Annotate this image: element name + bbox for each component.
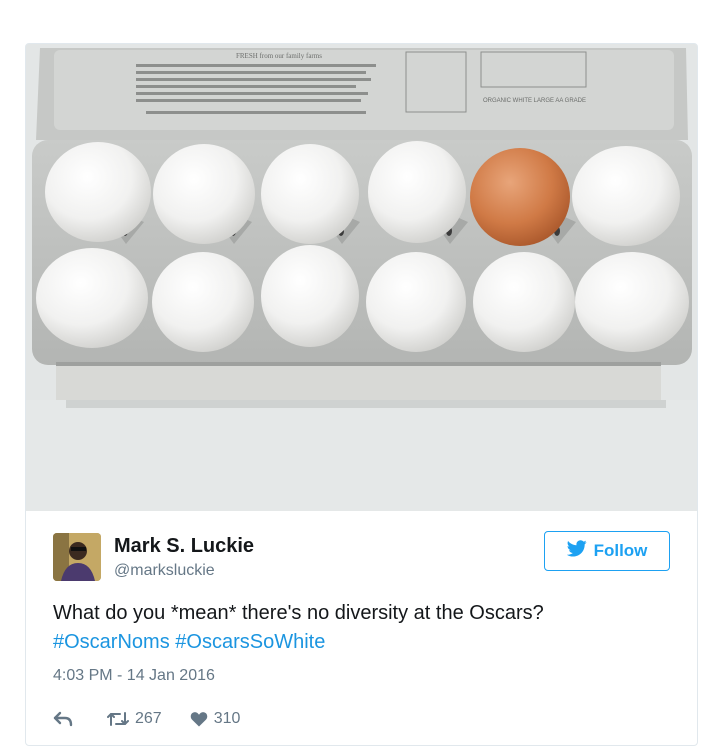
tweet-body: Mark S. Luckie @marksluckie Follow What …	[26, 511, 697, 745]
tweet-actions: 267 310	[53, 707, 240, 731]
retweet-count: 267	[135, 710, 162, 727]
heart-icon	[190, 711, 208, 727]
tweet-card: FRESH from our family farms ORGANIC WHIT…	[25, 43, 698, 746]
reply-icon	[53, 711, 73, 727]
egg-carton-image: FRESH from our family farms ORGANIC WHIT…	[26, 44, 697, 511]
avatar-image	[53, 533, 101, 581]
follow-button[interactable]: Follow	[544, 531, 670, 571]
hashtag-oscarssowhite[interactable]: #OscarsSoWhite	[175, 631, 325, 653]
retweet-icon	[107, 711, 129, 727]
reply-button[interactable]	[53, 711, 73, 727]
like-count: 310	[213, 710, 241, 727]
follow-label: Follow	[593, 541, 648, 560]
like-button[interactable]: 310	[190, 710, 241, 728]
user-handle[interactable]: @marksluckie	[114, 562, 215, 580]
tweet-text-main: What do you *mean* there's no diversity …	[53, 602, 544, 624]
carton-text-left: FRESH from our family farms	[236, 52, 322, 60]
twitter-bird-icon	[566, 540, 587, 562]
tweet-text: What do you *mean* there's no diversity …	[53, 599, 673, 657]
tweet-photo[interactable]: FRESH from our family farms ORGANIC WHIT…	[26, 44, 697, 511]
display-name[interactable]: Mark S. Luckie	[114, 535, 254, 558]
hashtag-oscarnoms[interactable]: #OscarNoms	[53, 631, 170, 653]
avatar[interactable]	[53, 533, 101, 581]
carton-text-right: ORGANIC WHITE LARGE AA GRADE	[483, 98, 586, 104]
brown-egg	[470, 148, 570, 246]
tweet-timestamp[interactable]: 4:03 PM - 14 Jan 2016	[53, 667, 215, 685]
retweet-button[interactable]: 267	[107, 710, 162, 728]
